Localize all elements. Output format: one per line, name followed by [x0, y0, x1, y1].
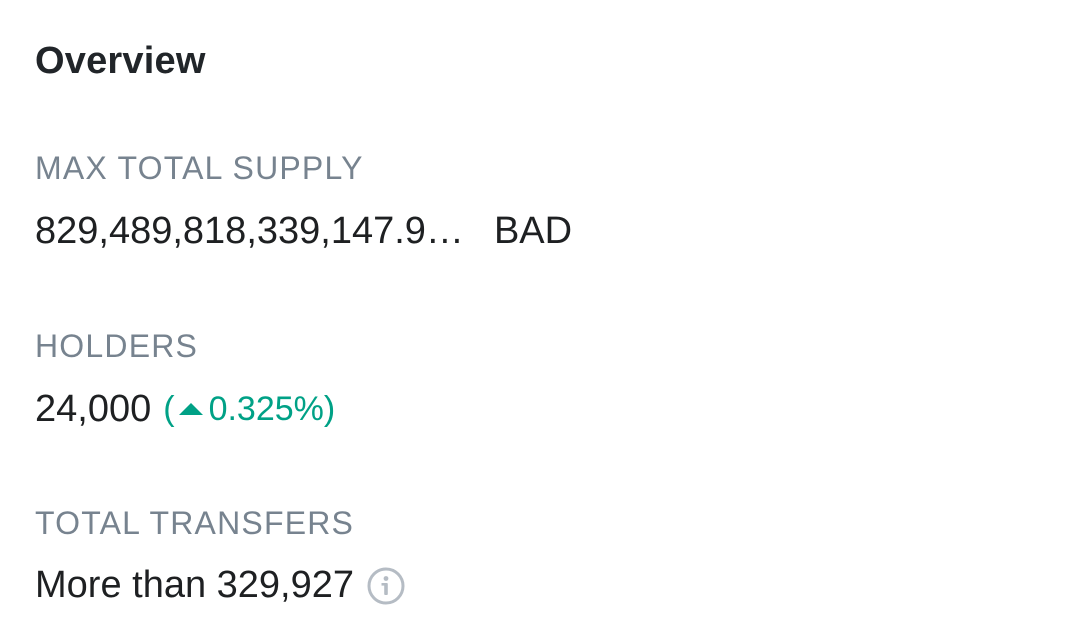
total-transfers-value: More than 329,927 — [35, 564, 355, 606]
max-total-supply-row: 829,489,818,339,147.9… BAD — [35, 210, 572, 253]
holders-change-open-paren: ( — [163, 390, 175, 428]
holders-change: ( 0.325%) — [163, 390, 335, 429]
holders-label: HOLDERS — [35, 328, 199, 364]
overview-title: Overview — [35, 40, 206, 82]
caret-up-icon — [178, 402, 203, 415]
holders-value: 24,000 — [35, 388, 152, 430]
token-symbol: BAD — [493, 210, 573, 252]
info-circle-icon[interactable] — [366, 566, 406, 606]
max-total-supply-label: MAX TOTAL SUPPLY — [35, 150, 364, 186]
overview-card: Overview MAX TOTAL SUPPLY 829,489,818,33… — [0, 0, 1075, 632]
total-transfers-row: More than 329,927 — [35, 564, 406, 607]
max-total-supply-value: 829,489,818,339,147.9… — [35, 210, 464, 252]
holders-row: 24,000 ( 0.325%) — [35, 388, 335, 431]
total-transfers-label: TOTAL TRANSFERS — [35, 505, 355, 541]
holders-change-value: 0.325%) — [208, 390, 336, 428]
